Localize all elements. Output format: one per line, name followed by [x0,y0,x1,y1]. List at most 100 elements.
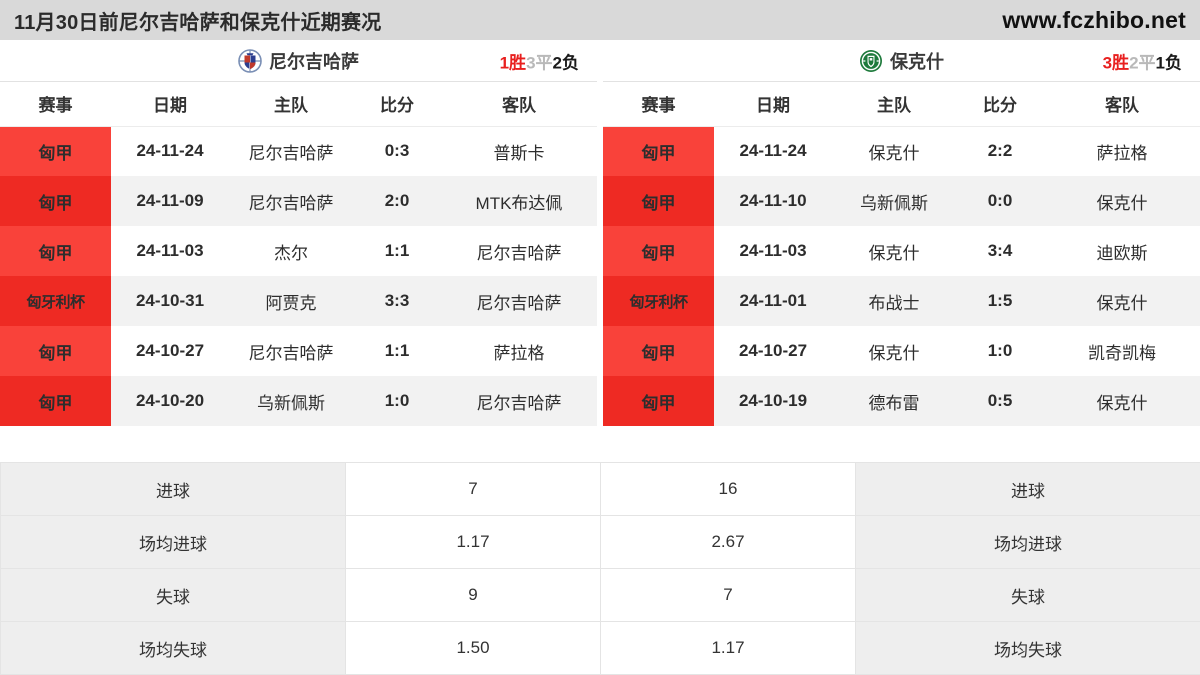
match-competition: 匈甲 [0,326,111,376]
table-row[interactable]: 匈甲 24-11-09 尼尔吉哈萨 2:0 MTK布达佩 [0,176,597,226]
column-header-home: 主队 [229,82,353,127]
match-date: 24-10-19 [714,376,832,426]
stats-row: 进球 7 16 进球 [0,462,1200,516]
match-date: 24-11-03 [111,226,229,276]
table-row[interactable]: 匈甲 24-10-27 保克什 1:0 凯奇凯梅 [603,326,1200,376]
match-score: 0:0 [956,176,1044,226]
column-header-competition: 赛事 [0,82,111,127]
left-stat-value: 9 [345,568,601,622]
left-team-panel: 尼尔吉哈萨 1胜3平2负 赛事 日期 主队 比分 客队 匈甲 24-11-24 … [0,40,597,462]
left-table-header-row: 赛事 日期 主队 比分 客队 [0,82,597,127]
paksi-crest-icon [859,49,883,73]
page-root: 11月30日前尼尔吉哈萨和保克什近期赛况 www.fczhibo.net 尼尔吉… [0,0,1200,675]
page-title: 11月30日前尼尔吉哈萨和保克什近期赛况 [14,11,382,34]
column-header-date: 日期 [714,82,832,127]
match-home-team: 保克什 [832,326,956,376]
match-home-team: 保克什 [832,126,956,176]
match-home-team: 乌新佩斯 [832,176,956,226]
match-home-team: 尼尔吉哈萨 [229,126,353,176]
table-row[interactable]: 匈甲 24-10-20 乌新佩斯 1:0 尼尔吉哈萨 [0,376,597,426]
table-row[interactable]: 匈甲 24-11-24 保克什 2:2 萨拉格 [603,126,1200,176]
match-competition: 匈牙利杯 [0,276,111,326]
match-date: 24-10-27 [111,326,229,376]
match-away-team: 萨拉格 [1044,126,1200,176]
left-stat-value: 1.50 [345,621,601,675]
match-away-team: 凯奇凯梅 [1044,326,1200,376]
stats-comparison: 进球 7 16 进球 场均进球 1.17 2.67 场均进球 失球 9 7 失球 [0,462,1200,675]
column-header-home: 主队 [832,82,956,127]
right-record-draw: 2平 [1129,53,1156,72]
table-row[interactable]: 匈甲 24-11-03 保克什 3:4 迪欧斯 [603,226,1200,276]
table-row[interactable]: 匈牙利杯 24-11-01 布战士 1:5 保克什 [603,276,1200,326]
table-row[interactable]: 匈甲 24-10-27 尼尔吉哈萨 1:1 萨拉格 [0,326,597,376]
match-away-team: 尼尔吉哈萨 [441,226,597,276]
match-date: 24-10-27 [714,326,832,376]
match-score: 0:3 [353,126,441,176]
match-competition: 匈甲 [0,176,111,226]
match-home-team: 乌新佩斯 [229,376,353,426]
match-date: 24-10-20 [111,376,229,426]
match-score: 1:1 [353,226,441,276]
match-competition: 匈甲 [0,126,111,176]
match-away-team: 保克什 [1044,176,1200,226]
table-row[interactable]: 匈甲 24-11-24 尼尔吉哈萨 0:3 普斯卡 [0,126,597,176]
match-home-team: 尼尔吉哈萨 [229,326,353,376]
column-header-score: 比分 [956,82,1044,127]
left-stat-value: 1.17 [345,515,601,569]
match-home-team: 保克什 [832,226,956,276]
right-stat-value: 16 [600,462,856,516]
match-date: 24-11-01 [714,276,832,326]
table-row[interactable]: 匈甲 24-11-03 杰尔 1:1 尼尔吉哈萨 [0,226,597,276]
left-stat-label: 场均失球 [0,621,346,675]
right-stat-label: 进球 [855,462,1200,516]
match-away-team: 萨拉格 [441,326,597,376]
left-team-header: 尼尔吉哈萨 1胜3平2负 [0,40,597,82]
left-stat-label: 进球 [0,462,346,516]
match-score: 1:0 [956,326,1044,376]
left-stat-label: 场均进球 [0,515,346,569]
match-away-team: MTK布达佩 [441,176,597,226]
stats-row: 场均失球 1.50 1.17 场均失球 [0,621,1200,675]
match-away-team: 普斯卡 [441,126,597,176]
right-matches-table: 赛事 日期 主队 比分 客队 匈甲 24-11-24 保克什 2:2 萨拉格 匈… [603,82,1200,426]
right-stat-value: 7 [600,568,856,622]
left-team-name: 尼尔吉哈萨 [269,51,359,72]
right-team-panel: 保克什 3胜2平1负 赛事 日期 主队 比分 客队 匈甲 24-11-24 保克… [603,40,1200,462]
match-competition: 匈牙利杯 [603,276,714,326]
right-team-record: 3胜2平1负 [1103,48,1182,73]
nyiregyhaza-crest-icon [238,48,262,73]
site-watermark: www.fczhibo.net [1002,6,1186,33]
right-record-win: 3胜 [1102,53,1130,72]
match-home-team: 德布雷 [832,376,956,426]
column-header-away: 客队 [1044,82,1200,127]
stats-row: 失球 9 7 失球 [0,568,1200,622]
table-row[interactable]: 匈牙利杯 24-10-31 阿贾克 3:3 尼尔吉哈萨 [0,276,597,326]
left-stat-value: 7 [345,462,601,516]
left-stat-label: 失球 [0,568,346,622]
right-team-name: 保克什 [890,51,944,72]
match-date: 24-11-24 [111,126,229,176]
table-row[interactable]: 匈甲 24-10-19 德布雷 0:5 保克什 [603,376,1200,426]
match-score: 1:1 [353,326,441,376]
match-home-team: 杰尔 [229,226,353,276]
match-competition: 匈甲 [0,376,111,426]
match-date: 24-10-31 [111,276,229,326]
match-home-team: 布战士 [832,276,956,326]
match-competition: 匈甲 [603,376,714,426]
match-away-team: 保克什 [1044,276,1200,326]
match-away-team: 尼尔吉哈萨 [441,276,597,326]
match-score: 2:2 [956,126,1044,176]
match-competition: 匈甲 [0,226,111,276]
right-stat-label: 场均失球 [855,621,1200,675]
right-record-loss: 1负 [1155,53,1182,72]
match-score: 0:5 [956,376,1044,426]
match-panels: 尼尔吉哈萨 1胜3平2负 赛事 日期 主队 比分 客队 匈甲 24-11-24 … [0,40,1200,462]
table-row[interactable]: 匈甲 24-11-10 乌新佩斯 0:0 保克什 [603,176,1200,226]
match-away-team: 尼尔吉哈萨 [441,376,597,426]
match-date: 24-11-03 [714,226,832,276]
match-score: 3:3 [353,276,441,326]
match-competition: 匈甲 [603,176,714,226]
stats-table: 进球 7 16 进球 场均进球 1.17 2.67 场均进球 失球 9 7 失球 [0,462,1200,675]
match-competition: 匈甲 [603,126,714,176]
match-score: 1:5 [956,276,1044,326]
